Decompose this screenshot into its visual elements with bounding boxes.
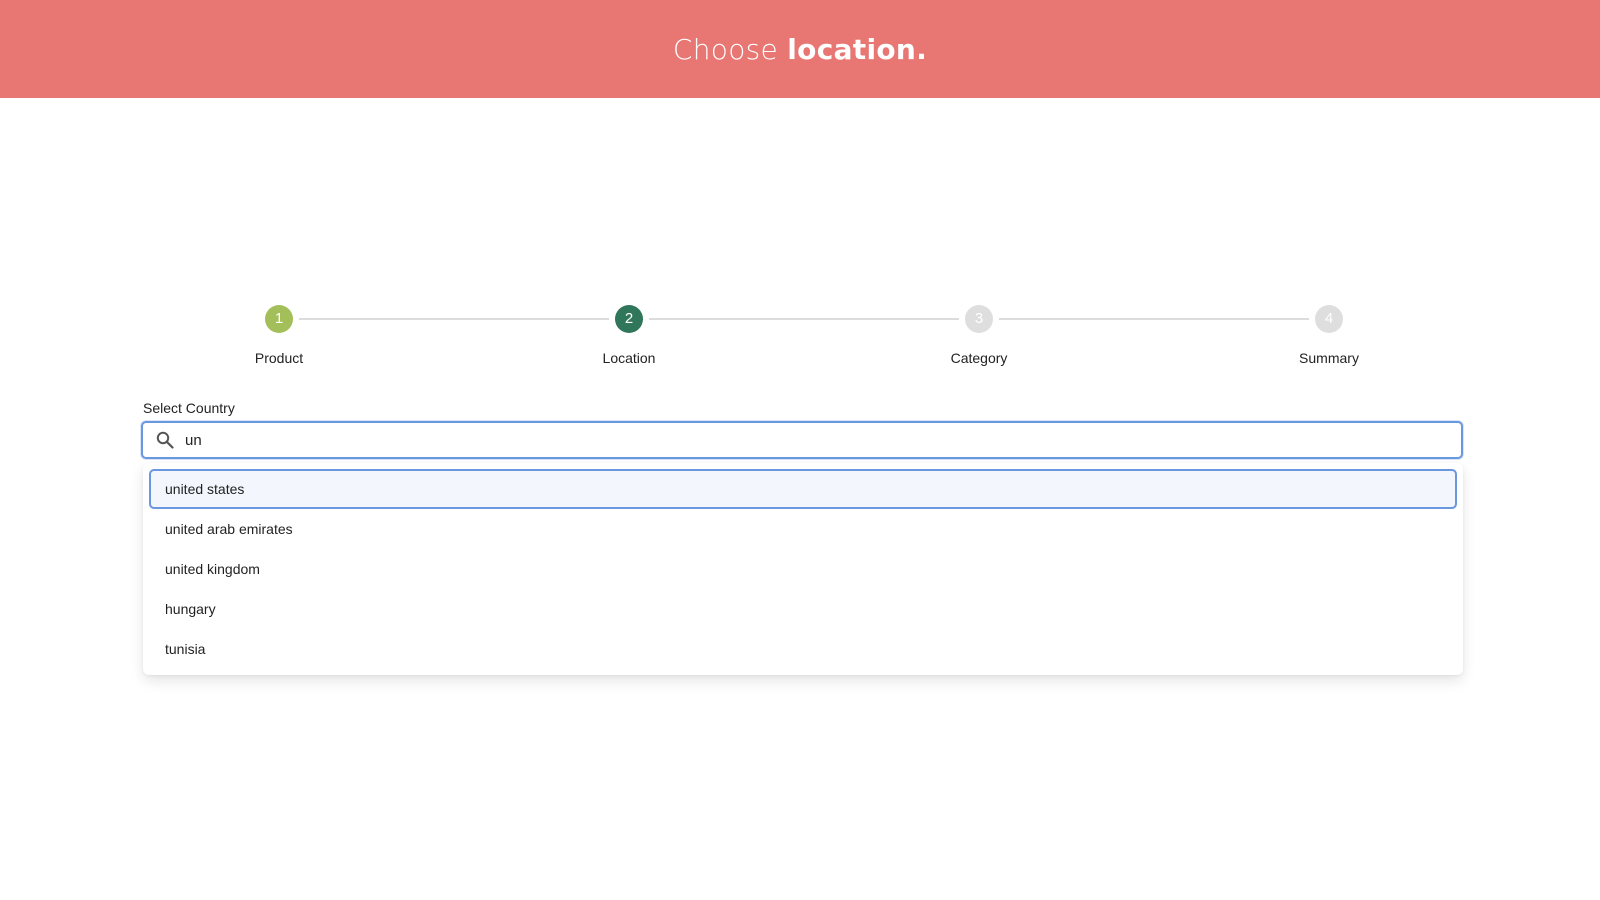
step-summary: 4 Summary [1259, 303, 1399, 366]
step-label: Category [950, 350, 1008, 366]
step-number: 4 [1315, 305, 1343, 333]
option-united-arab-emirates[interactable]: united arab emirates [149, 509, 1457, 549]
step-product[interactable]: 1 Product [209, 303, 349, 366]
step-label: Product [254, 350, 304, 366]
step-label: Location [602, 350, 656, 366]
page-title: Choose location. [673, 33, 927, 66]
page-header: Choose location. [0, 0, 1600, 98]
step-location[interactable]: 2 Location [559, 303, 699, 366]
step-number: 2 [615, 305, 643, 333]
progress-stepper: 1 Product 2 Location 3 Category 4 Summar… [143, 303, 1465, 373]
option-hungary[interactable]: hungary [149, 589, 1457, 629]
country-search-box[interactable] [141, 421, 1463, 459]
country-options-list: united states united arab emirates unite… [143, 463, 1463, 675]
option-united-kingdom[interactable]: united kingdom [149, 549, 1457, 589]
country-field-label: Select Country [143, 400, 235, 416]
step-category: 3 Category [909, 303, 1049, 366]
step-number: 3 [965, 305, 993, 333]
country-search-input[interactable] [183, 430, 1427, 450]
page-title-regular: Choose [672, 32, 788, 66]
option-tunisia[interactable]: tunisia [149, 629, 1457, 669]
option-united-states[interactable]: united states [149, 469, 1457, 509]
page-title-bold: location. [787, 32, 928, 66]
step-label: Summary [1299, 350, 1359, 366]
step-number: 1 [265, 305, 293, 333]
search-icon [155, 430, 175, 450]
